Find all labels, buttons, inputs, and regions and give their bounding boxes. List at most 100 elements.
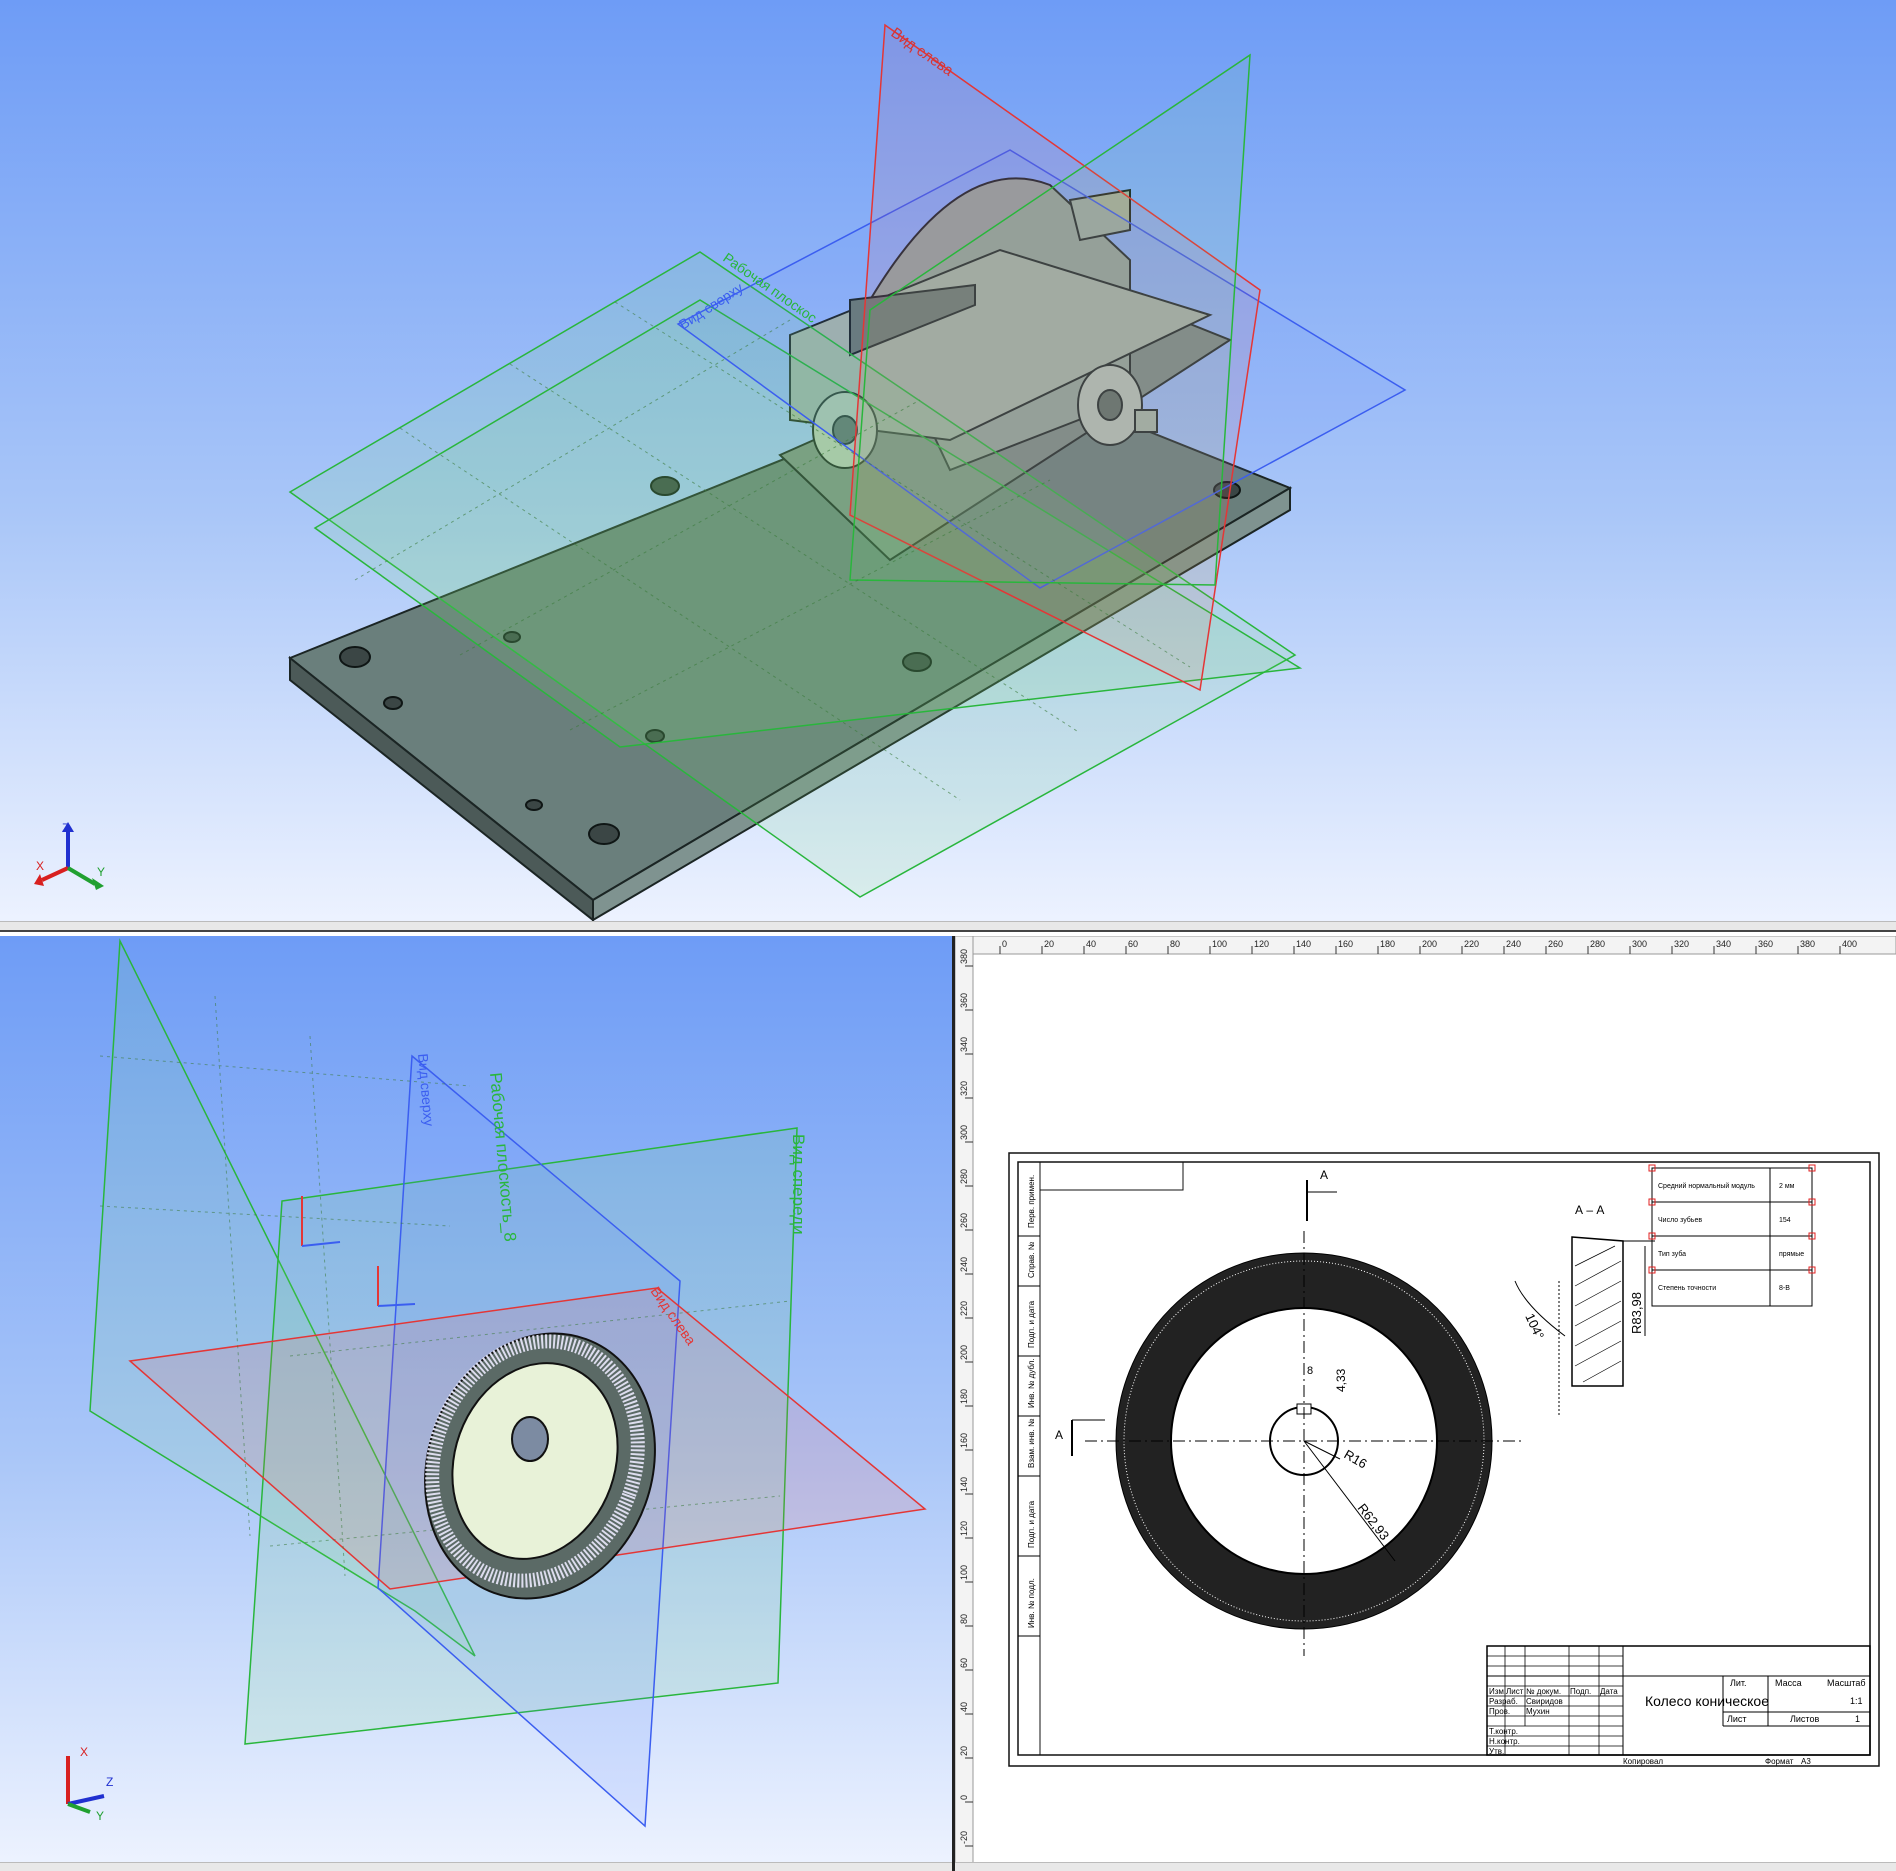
tb-format: Формат [1765, 1757, 1794, 1766]
ruler-top-label: 100 [1212, 939, 1227, 949]
ruler-left-label: 40 [959, 1702, 969, 1712]
dim-r83: R83,98 [1629, 1292, 1644, 1334]
ruler-top-label: 40 [1086, 939, 1096, 949]
ruler-left-label: 140 [959, 1477, 969, 1492]
tb-scale: Масштаб [1827, 1678, 1866, 1688]
axis-triad-bl: X Z Y [66, 1745, 113, 1823]
tb-row-razrab: Разраб. [1489, 1697, 1518, 1706]
ruler-top-label: 80 [1170, 939, 1180, 949]
params-name: Число зубьев [1658, 1216, 1702, 1224]
params-value: 8-В [1779, 1285, 1790, 1292]
ruler-left-label: 0 [959, 1795, 969, 1800]
params-name: Средний нормальный модуль [1658, 1182, 1755, 1190]
gear-scene: Вид спереди Рабочая плоскость_8 Вид свер… [66, 938, 927, 1828]
tb-sheet: Лист [1727, 1714, 1747, 1724]
axis-z-label: Z [62, 821, 69, 835]
ruler-top-label: 180 [1380, 939, 1395, 949]
3d-viewport-gear[interactable]: Вид спереди Рабочая плоскость_8 Вид свер… [0, 936, 955, 1871]
tb-row-nkontr: Н.контр. [1489, 1737, 1520, 1746]
ruler-left-label: 360 [959, 993, 969, 1008]
tb-col-date: Дата [1600, 1687, 1618, 1696]
tb-col-podp: Подп. [1570, 1687, 1591, 1696]
axis-y-label: Y [97, 865, 105, 879]
axis-x-label-bl: X [80, 1745, 88, 1759]
ruler-left-label: 380 [959, 949, 969, 964]
drawing-sheet: 0 20 40 60 80 100 120 140 160 180 200 220 240 260 280 3… [955, 936, 1896, 1871]
tb-format-value: A3 [1801, 1757, 1811, 1766]
ruler-top-label: 240 [1506, 939, 1521, 949]
side-stamp-label: Справ. № [1027, 1241, 1036, 1278]
side-stamp-label: Инв. № подл. [1027, 1578, 1036, 1628]
ruler-top-label: 360 [1758, 939, 1773, 949]
axis-x-label: X [36, 859, 44, 873]
ruler-top-label: 300 [1632, 939, 1647, 949]
tb-scale-value: 1:1 [1850, 1696, 1863, 1706]
axis-y-label-bl: Y [96, 1809, 104, 1823]
params-name: Степень точности [1658, 1285, 1716, 1292]
ruler-top-label: 140 [1296, 939, 1311, 949]
dim-8: 8 [1307, 1365, 1313, 1377]
dim-433: 4,33 [1334, 1368, 1348, 1392]
ruler-top-label: 60 [1128, 939, 1138, 949]
ruler-left-label: 320 [959, 1081, 969, 1096]
axis-triad: Z X Y [34, 821, 105, 890]
tb-row-prov: Пров. [1489, 1707, 1510, 1716]
section-mark-left: А [1055, 1428, 1063, 1442]
ruler-left-label: 180 [959, 1389, 969, 1404]
axis-z-label-bl: Z [106, 1775, 113, 1789]
ruler-left-label: 340 [959, 1037, 969, 1052]
ruler-top-label: 380 [1800, 939, 1815, 949]
ruler-left-label: 280 [959, 1169, 969, 1184]
ruler-top-label: 220 [1464, 939, 1479, 949]
ruler-left-label: 20 [959, 1746, 969, 1756]
ruler-top-label: 320 [1674, 939, 1689, 949]
tb-col-list: Лист [1506, 1687, 1524, 1696]
tb-lit: Лит. [1730, 1678, 1747, 1688]
ruler-left-label: 100 [959, 1565, 969, 1580]
params-value: 154 [1779, 1217, 1791, 1224]
horizontal-scrollbar-br[interactable] [955, 1862, 1896, 1871]
side-stamp-label: Взам. инв. № [1027, 1418, 1036, 1468]
params-value: прямые [1779, 1251, 1804, 1258]
ruler-top-label: 400 [1842, 939, 1857, 949]
horizontal-scrollbar-bl[interactable] [0, 1862, 952, 1871]
ruler-left-label: 200 [959, 1345, 969, 1360]
side-stamp-label: Инв. № дубл. [1027, 1358, 1036, 1408]
ruler-left-label: 220 [959, 1301, 969, 1316]
tb-mass: Масса [1775, 1678, 1802, 1688]
ruler-top-label: 260 [1548, 939, 1563, 949]
params-value: 2 мм [1779, 1183, 1795, 1190]
section-title: А – А [1575, 1203, 1604, 1217]
ruler-left-label: -20 [959, 1831, 969, 1844]
params-name: Тип зуба [1658, 1250, 1686, 1258]
ruler-left-label: 240 [959, 1257, 969, 1272]
ruler-top-label: 20 [1044, 939, 1054, 949]
tb-sheets: Листов [1790, 1714, 1819, 1724]
ruler-top-label: 160 [1338, 939, 1353, 949]
ruler-left-label: 300 [959, 1125, 969, 1140]
ruler-top-label: 200 [1422, 939, 1437, 949]
horizontal-scrollbar[interactable] [0, 921, 1896, 930]
tb-sheets-value: 1 [1855, 1714, 1860, 1724]
section-mark-top: А [1320, 1168, 1328, 1182]
tb-row-tkontr: Т.контр. [1489, 1727, 1518, 1736]
drawing-viewport[interactable]: 0 20 40 60 80 100 120 140 160 180 200 220 240 260 280 3… [955, 936, 1896, 1871]
tb-developer: Свиридов [1526, 1697, 1563, 1706]
ruler-top-label: 120 [1254, 939, 1269, 949]
title-part-name: Колесо коническое [1645, 1693, 1769, 1709]
ruler-left-label: 80 [959, 1614, 969, 1624]
ruler-top-label: 340 [1716, 939, 1731, 949]
label-front-view: Вид спереди [789, 1134, 808, 1235]
ruler-top-label: 0 [1002, 939, 1007, 949]
ruler-left-label: 260 [959, 1213, 969, 1228]
side-stamp-label: Перв. примен. [1027, 1175, 1036, 1228]
assembly-scene: Вид слева Вид сверху Рабочая плоскос Z X… [34, 23, 1407, 923]
ruler-left-label: 160 [959, 1433, 969, 1448]
tb-checker: Мухин [1526, 1707, 1550, 1716]
side-stamp-label: Подп. и дата [1027, 1500, 1036, 1548]
tb-copied: Копировал [1623, 1757, 1663, 1766]
side-stamp-label: Подп. и дата [1027, 1300, 1036, 1348]
3d-viewport-assembly[interactable]: Вид слева Вид сверху Рабочая плоскос Z X… [0, 0, 1896, 932]
ruler-left-label: 60 [959, 1658, 969, 1668]
tb-col-doc: № докум. [1526, 1687, 1561, 1696]
